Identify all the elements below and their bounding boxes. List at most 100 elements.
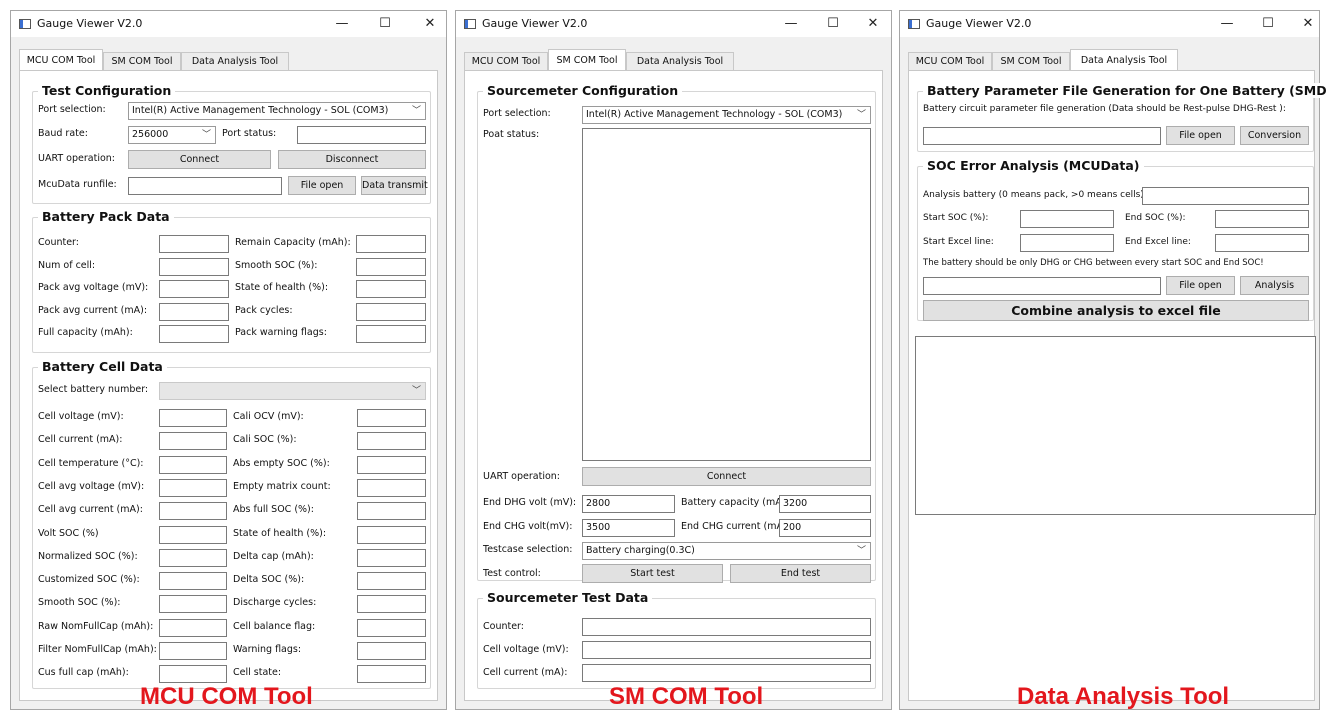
pack-cycles-field[interactable] (356, 302, 426, 321)
maximize-icon[interactable]: ☐ (371, 14, 399, 34)
delta-cap-mah-field[interactable] (357, 548, 426, 567)
window-sm-com-tool: Gauge Viewer V2.0 — ☐ ✕ MCU COM Tool SM … (455, 10, 892, 710)
port-status-output (582, 128, 871, 461)
cali-ocv-mv-field[interactable] (357, 409, 426, 427)
testcase-selection-combo[interactable]: Battery charging(0.3C) ﹀ (582, 542, 871, 560)
analysis-battery-field[interactable] (1142, 187, 1309, 205)
port-selection-combo[interactable]: Intel(R) Active Management Technology - … (128, 102, 426, 120)
tab-sm-com-tool[interactable]: SM COM Tool (548, 49, 626, 71)
cali-ocv-mv-label: Cali OCV (mV): (233, 411, 304, 422)
cell-balance-flag-field[interactable] (357, 618, 426, 637)
tab-data-analysis-tool[interactable]: Data Analysis Tool (626, 52, 734, 70)
title-bar: Gauge Viewer V2.0 — ☐ ✕ (456, 11, 891, 37)
pack-warning-flags-field[interactable] (356, 325, 426, 343)
maximize-icon[interactable]: ☐ (819, 14, 847, 34)
start-test-button[interactable]: Start test (582, 564, 723, 583)
chevron-down-icon: ﹀ (856, 546, 866, 556)
analysis-button[interactable]: Analysis (1240, 276, 1309, 295)
window-title: Gauge Viewer V2.0 (37, 17, 143, 30)
analysis-file-field[interactable] (923, 277, 1161, 295)
tab-data-analysis-tool[interactable]: Data Analysis Tool (181, 52, 289, 70)
end-dhg-volt-field[interactable]: 2800 (582, 495, 675, 513)
smooth-soc-field[interactable] (356, 257, 426, 276)
tab-data-analysis-tool[interactable]: Data Analysis Tool (1070, 49, 1178, 71)
cell-current-field[interactable] (582, 664, 871, 682)
file-open-button[interactable]: File open (1166, 276, 1235, 295)
baud-rate-value: 256000 (132, 129, 169, 140)
abs-empty-soc-field[interactable] (357, 455, 426, 474)
disconnect-button[interactable]: Disconnect (278, 150, 426, 169)
cali-soc-field[interactable] (357, 432, 426, 451)
discharge-cycles-field[interactable] (357, 595, 426, 614)
customized-soc-field[interactable] (159, 572, 227, 591)
abs-full-soc-field[interactable] (357, 502, 426, 521)
start-excel-line-field[interactable] (1020, 234, 1114, 252)
combine-analysis-button[interactable]: Combine analysis to excel file (923, 300, 1309, 321)
cell-avg-voltage-mv-field[interactable] (159, 478, 227, 497)
caption-sm-com-tool: SM COM Tool (609, 683, 764, 710)
connect-button[interactable]: Connect (128, 150, 271, 169)
port-selection-combo[interactable]: Intel(R) Active Management Technology - … (582, 106, 871, 124)
group-title: Test Configuration (38, 83, 176, 98)
window-title: Gauge Viewer V2.0 (482, 17, 588, 30)
cell-voltage-mv-field[interactable] (159, 409, 227, 427)
cell-avg-current-ma-field[interactable] (159, 502, 227, 521)
state-of-health-field[interactable] (356, 280, 426, 298)
counter-field[interactable] (159, 235, 229, 253)
data-transmit-button[interactable]: Data transmit (361, 176, 428, 195)
num-of-cell-label: Num of cell: (38, 259, 96, 271)
parameter-file-field[interactable] (923, 127, 1161, 145)
end-excel-line-field[interactable] (1215, 234, 1309, 252)
warning-flags-field[interactable] (357, 642, 426, 660)
baud-rate-combo[interactable]: 256000 ﹀ (128, 126, 216, 144)
file-open-button[interactable]: File open (1166, 126, 1235, 145)
close-icon[interactable]: ✕ (1294, 14, 1322, 34)
end-chg-volt-field[interactable]: 3500 (582, 519, 675, 537)
analysis-output-area (915, 336, 1316, 515)
normalized-soc-label: Normalized SOC (%): (38, 550, 138, 562)
tab-sm-com-tool[interactable]: SM COM Tool (992, 52, 1070, 70)
mcudata-runfile-field[interactable] (128, 177, 282, 195)
minimize-icon[interactable]: — (328, 14, 356, 34)
full-capacity-mah-field[interactable] (159, 325, 229, 343)
file-open-button[interactable]: File open (288, 176, 356, 195)
app-icon (464, 19, 476, 29)
cell-state-field[interactable] (357, 665, 426, 684)
maximize-icon[interactable]: ☐ (1254, 14, 1282, 34)
port-status-field[interactable] (297, 126, 426, 144)
cell-temperature-c-field[interactable] (159, 455, 227, 474)
empty-matrix-count-field[interactable] (357, 478, 426, 497)
counter-field[interactable] (582, 618, 871, 636)
tab-sm-com-tool[interactable]: SM COM Tool (103, 52, 181, 70)
tab-mcu-com-tool[interactable]: MCU COM Tool (908, 52, 992, 70)
close-icon[interactable]: ✕ (416, 14, 444, 34)
delta-soc-field[interactable] (357, 572, 426, 591)
start-soc-field[interactable] (1020, 210, 1114, 228)
pack-avg-voltage-mv-field[interactable] (159, 280, 229, 298)
cell-voltage-field[interactable] (582, 641, 871, 659)
tab-mcu-com-tool[interactable]: MCU COM Tool (19, 49, 103, 71)
tab-mcu-com-tool[interactable]: MCU COM Tool (464, 52, 548, 70)
cus-full-cap-mah-field[interactable] (159, 665, 227, 684)
normalized-soc-field[interactable] (159, 548, 227, 567)
cell-current-ma-field[interactable] (159, 432, 227, 451)
smooth-soc-field[interactable] (159, 595, 227, 614)
soc-error-analysis-group: SOC Error Analysis (MCUData) Analysis ba… (917, 158, 1314, 321)
volt-soc-field[interactable] (159, 525, 227, 544)
battery-capacity-field[interactable]: 3200 (779, 495, 871, 513)
pack-avg-current-ma-field[interactable] (159, 302, 229, 321)
select-battery-number-combo[interactable]: ﹀ (159, 382, 426, 400)
state-of-health-field[interactable] (357, 525, 426, 544)
close-icon[interactable]: ✕ (859, 14, 887, 34)
end-test-button[interactable]: End test (730, 564, 871, 583)
conversion-button[interactable]: Conversion (1240, 126, 1309, 145)
num-of-cell-field[interactable] (159, 257, 229, 276)
remain-capacity-mah-field[interactable] (356, 235, 426, 253)
end-soc-field[interactable] (1215, 210, 1309, 228)
connect-button[interactable]: Connect (582, 467, 871, 486)
end-chg-current-field[interactable]: 200 (779, 519, 871, 537)
minimize-icon[interactable]: — (1213, 14, 1241, 34)
raw-nomfullcap-mah-field[interactable] (159, 618, 227, 637)
filter-nomfullcap-mah-field[interactable] (159, 642, 227, 660)
minimize-icon[interactable]: — (777, 14, 805, 34)
